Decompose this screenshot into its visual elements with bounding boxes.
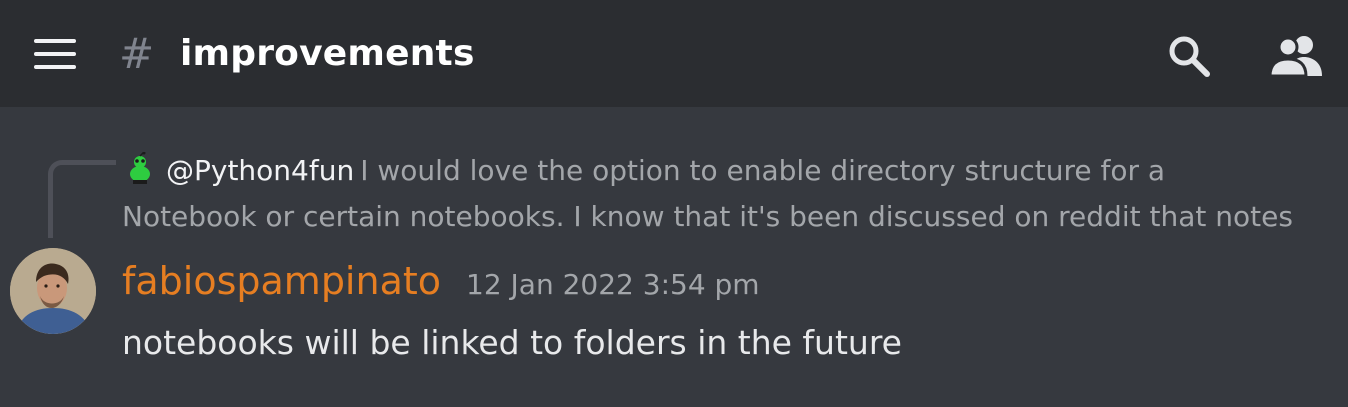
message-content: notebooks will be linked to folders in t… (122, 323, 902, 362)
reply-text-1: I would love the option to enable direct… (360, 154, 1166, 187)
avatar[interactable] (10, 248, 96, 334)
reddit-alien-icon (130, 152, 150, 184)
reply-connector-line (48, 160, 116, 238)
channel-header: # improvements (0, 0, 1348, 107)
search-icon[interactable] (1166, 33, 1212, 79)
reply-author[interactable]: @Python4fun (166, 154, 354, 187)
channel-hash-icon: # (119, 29, 155, 78)
user-photo (10, 248, 96, 334)
reply-preview-line-1[interactable]: @Python4fun I would love the option to en… (166, 150, 1165, 192)
members-icon[interactable] (1268, 32, 1324, 78)
message-author[interactable]: fabiospampinato (122, 256, 441, 306)
message-timestamp: 12 Jan 2022 3:54 pm (466, 268, 760, 301)
reply-preview-line-2[interactable]: Notebook or certain notebooks. I know th… (122, 196, 1293, 238)
hamburger-menu-icon[interactable] (34, 39, 76, 69)
channel-title: improvements (180, 33, 475, 74)
